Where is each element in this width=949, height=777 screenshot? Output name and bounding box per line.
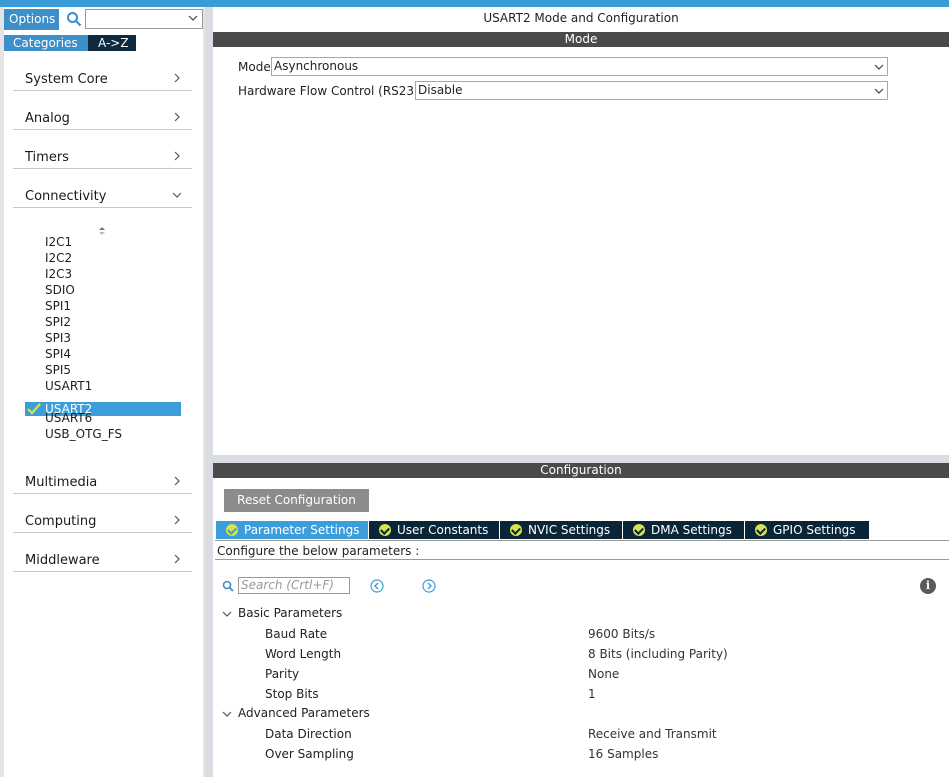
list-item-sdio[interactable]: SDIO bbox=[45, 282, 75, 298]
group-basic-parameters[interactable]: Basic Parameters bbox=[222, 606, 342, 620]
category-computing[interactable]: Computing bbox=[13, 509, 192, 533]
tab-a-z[interactable]: A->Z bbox=[88, 35, 136, 51]
check-circle-icon bbox=[633, 524, 645, 536]
param-name[interactable]: Over Sampling bbox=[265, 747, 354, 761]
check-icon bbox=[27, 403, 41, 415]
tab-label: NVIC Settings bbox=[528, 523, 611, 537]
category-label: Middleware bbox=[25, 553, 100, 568]
param-name[interactable]: Data Direction bbox=[265, 727, 352, 741]
tab-parameter-settings[interactable]: Parameter Settings bbox=[216, 521, 368, 539]
tab-label: User Constants bbox=[397, 523, 489, 537]
tab-gpio-settings[interactable]: GPIO Settings bbox=[745, 521, 869, 539]
check-circle-icon bbox=[379, 524, 391, 536]
tab-label: Parameter Settings bbox=[244, 523, 360, 537]
list-item-i2c2[interactable]: I2C2 bbox=[45, 250, 72, 266]
list-item-usart1[interactable]: USART1 bbox=[45, 378, 92, 394]
chevron-right-icon bbox=[174, 515, 180, 525]
check-circle-icon bbox=[510, 524, 522, 536]
chevron-down-icon bbox=[874, 88, 884, 94]
list-item-spi4[interactable]: SPI4 bbox=[45, 346, 71, 362]
group-label: Basic Parameters bbox=[238, 606, 343, 620]
category-connectivity[interactable]: Connectivity bbox=[13, 184, 192, 208]
chevron-down-icon bbox=[172, 192, 182, 198]
search-select[interactable] bbox=[85, 9, 203, 29]
chevron-down-icon bbox=[188, 15, 198, 21]
category-label: Multimedia bbox=[25, 475, 98, 490]
parameter-search-input[interactable]: Search (Crtl+F) bbox=[238, 577, 350, 594]
chevron-right-icon bbox=[174, 151, 180, 161]
options-button[interactable]: Options bbox=[4, 9, 59, 30]
tab-user-constants[interactable]: User Constants bbox=[369, 521, 499, 539]
tab-underline bbox=[215, 540, 949, 541]
param-value[interactable]: 8 Bits (including Parity) bbox=[588, 647, 728, 661]
list-item-spi3[interactable]: SPI3 bbox=[45, 330, 71, 346]
chevron-right-icon bbox=[174, 554, 180, 564]
hwflow-label: Hardware Flow Control (RS232) bbox=[238, 84, 427, 98]
category-label: Computing bbox=[25, 514, 97, 529]
check-circle-icon bbox=[226, 524, 238, 536]
param-value[interactable]: None bbox=[588, 667, 619, 681]
mode-select-value: Asynchronous bbox=[274, 59, 359, 73]
chevron-right-icon bbox=[174, 476, 180, 486]
search-icon[interactable] bbox=[66, 11, 82, 27]
tab-nvic-settings[interactable]: NVIC Settings bbox=[500, 521, 622, 539]
left-panel: Options Categories A->Z System Core Anal… bbox=[0, 7, 205, 777]
param-value[interactable]: 16 Samples bbox=[588, 747, 658, 761]
reset-configuration-button[interactable]: Reset Configuration bbox=[224, 489, 369, 512]
chevron-right-icon bbox=[174, 112, 180, 122]
previous-icon[interactable] bbox=[370, 579, 384, 593]
category-system-core[interactable]: System Core bbox=[13, 67, 192, 91]
panel-splitter[interactable] bbox=[205, 7, 213, 777]
configure-description: Configure the below parameters : bbox=[215, 542, 949, 560]
list-item-spi2[interactable]: SPI2 bbox=[45, 314, 71, 330]
tab-label: DMA Settings bbox=[651, 523, 732, 537]
chevron-down-icon bbox=[222, 711, 232, 717]
param-value[interactable]: 9600 Bits/s bbox=[588, 627, 655, 641]
category-label: System Core bbox=[25, 72, 108, 87]
category-label: Timers bbox=[25, 150, 69, 165]
list-item-i2c1[interactable]: I2C1 bbox=[45, 234, 72, 250]
param-value[interactable]: 1 bbox=[588, 687, 596, 701]
tab-categories[interactable]: Categories bbox=[4, 35, 88, 51]
list-item-spi5[interactable]: SPI5 bbox=[45, 362, 71, 378]
mode-label: Mode bbox=[238, 60, 271, 74]
param-name[interactable]: Stop Bits bbox=[265, 687, 319, 701]
list-item-usb-otg-fs[interactable]: USB_OTG_FS bbox=[45, 426, 122, 442]
chevron-down-icon bbox=[874, 64, 884, 70]
hwflow-select[interactable]: Disable bbox=[415, 81, 888, 100]
mode-band: Mode bbox=[213, 32, 949, 47]
info-icon[interactable]: i bbox=[920, 578, 936, 594]
chevron-down-icon bbox=[222, 611, 232, 617]
category-label: Connectivity bbox=[25, 189, 107, 204]
sort-icon[interactable] bbox=[97, 226, 107, 236]
tab-label: GPIO Settings bbox=[773, 523, 856, 537]
check-circle-icon bbox=[755, 524, 767, 536]
category-multimedia[interactable]: Multimedia bbox=[13, 470, 192, 494]
list-item-spi1[interactable]: SPI1 bbox=[45, 298, 71, 314]
group-label: Advanced Parameters bbox=[238, 706, 370, 720]
tab-dma-settings[interactable]: DMA Settings bbox=[623, 521, 744, 539]
page-title: USART2 Mode and Configuration bbox=[483, 11, 679, 25]
list-item-i2c3[interactable]: I2C3 bbox=[45, 266, 72, 282]
top-accent-bar bbox=[0, 0, 949, 7]
next-icon[interactable] bbox=[422, 579, 436, 593]
search-icon[interactable] bbox=[222, 580, 234, 592]
configuration-band: Configuration bbox=[213, 463, 949, 478]
chevron-right-icon bbox=[174, 73, 180, 83]
category-label: Analog bbox=[25, 111, 70, 126]
param-name[interactable]: Parity bbox=[265, 667, 299, 681]
mode-select[interactable]: Asynchronous bbox=[271, 57, 888, 76]
hwflow-select-value: Disable bbox=[418, 83, 463, 97]
param-name[interactable]: Word Length bbox=[265, 647, 341, 661]
category-timers[interactable]: Timers bbox=[13, 145, 192, 169]
category-analog[interactable]: Analog bbox=[13, 106, 192, 130]
category-middleware[interactable]: Middleware bbox=[13, 548, 192, 572]
group-advanced-parameters[interactable]: Advanced Parameters bbox=[222, 706, 370, 720]
param-value[interactable]: Receive and Transmit bbox=[588, 727, 717, 741]
list-item-usart6[interactable]: USART6 bbox=[45, 410, 92, 426]
section-splitter[interactable] bbox=[213, 455, 949, 463]
param-name[interactable]: Baud Rate bbox=[265, 627, 327, 641]
